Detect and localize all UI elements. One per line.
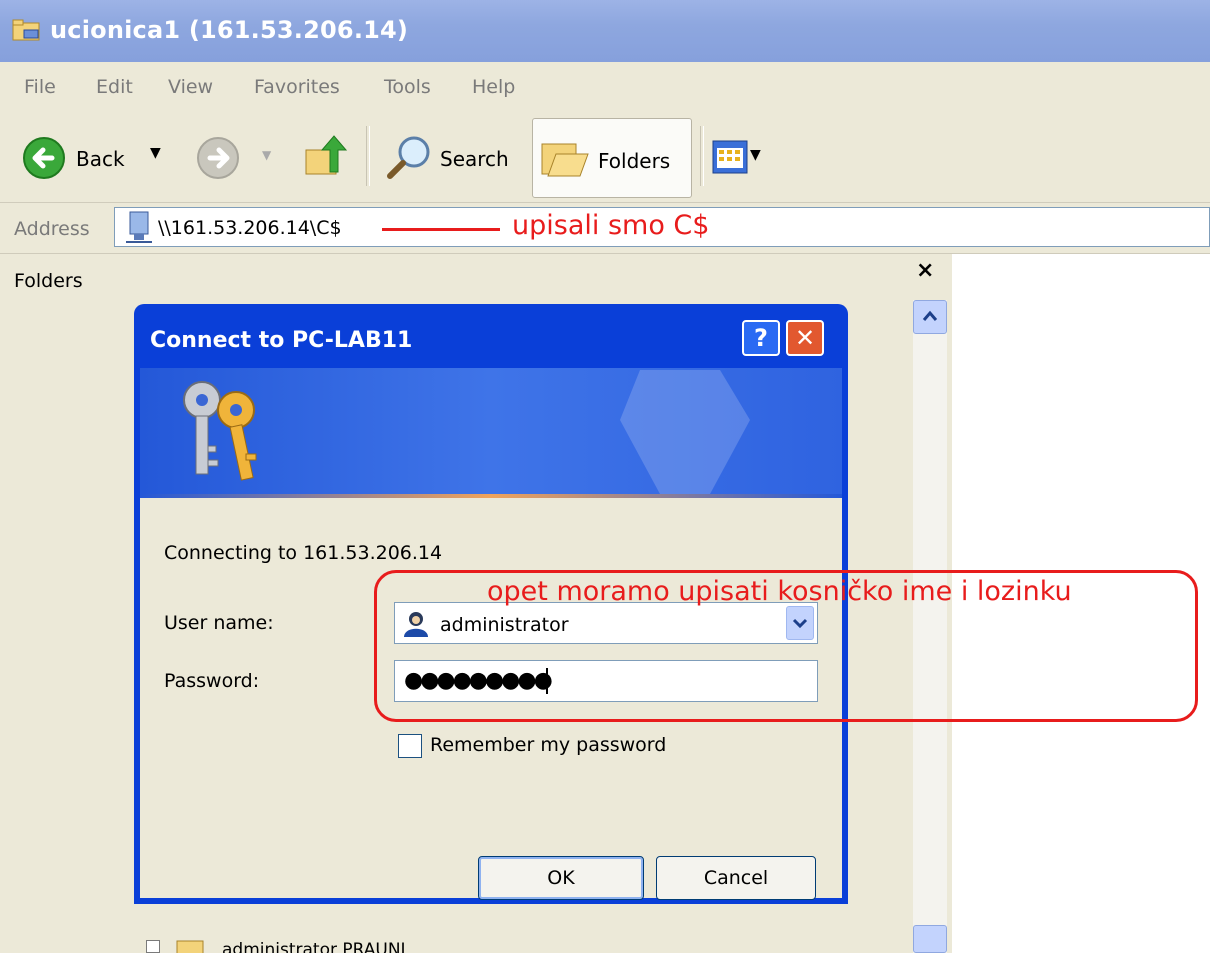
menu-file[interactable]: File	[24, 76, 56, 98]
cancel-button[interactable]: Cancel	[656, 856, 816, 900]
network-drive-icon	[126, 211, 152, 243]
views-icon[interactable]	[712, 140, 748, 174]
folders-pane-title: Folders	[14, 270, 83, 292]
forward-dropdown-icon[interactable]: ▼	[262, 148, 271, 162]
dialog-title: Connect to PC-LAB11	[150, 328, 413, 353]
menu-favorites[interactable]: Favorites	[254, 76, 340, 98]
chevron-up-icon	[922, 310, 938, 321]
remember-password-label[interactable]: Remember my password	[430, 734, 666, 756]
address-value[interactable]: \\161.53.206.14\C$	[158, 217, 342, 239]
back-button-label[interactable]: Back	[76, 147, 125, 171]
toolbar-separator	[366, 126, 370, 186]
menu-view[interactable]: View	[168, 76, 213, 98]
scroll-thumb[interactable]	[913, 925, 947, 953]
window-title: ucionica1 (161.53.206.14)	[50, 16, 409, 44]
username-label: User name:	[164, 612, 274, 634]
back-arrow-icon[interactable]	[22, 136, 66, 180]
views-dropdown-icon[interactable]: ▼	[750, 147, 761, 163]
folders-pane-close-icon[interactable]: ×	[916, 258, 934, 283]
dialog-close-button[interactable]: ✕	[786, 320, 824, 356]
keys-watermark-icon	[620, 370, 750, 494]
forward-arrow-icon[interactable]	[196, 136, 240, 180]
remember-password-checkbox[interactable]	[398, 734, 422, 758]
scroll-up-button[interactable]	[913, 300, 947, 334]
keys-icon	[183, 381, 257, 481]
tree-item-label[interactable]: administrator PRAUNI	[222, 940, 406, 953]
annotation-arrow-line	[382, 228, 500, 231]
connecting-text: Connecting to 161.53.206.14	[164, 542, 443, 564]
network-folder-icon	[12, 19, 40, 41]
menu-help[interactable]: Help	[472, 76, 515, 98]
password-label: Password:	[164, 670, 260, 692]
search-icon[interactable]	[384, 132, 434, 182]
menu-edit[interactable]: Edit	[96, 76, 133, 98]
up-folder-icon[interactable]	[300, 132, 348, 180]
address-label: Address	[14, 218, 90, 240]
tree-expand-icon[interactable]	[146, 940, 160, 953]
annotation-credentials: opet moramo upisati kosničko ime i lozin…	[487, 576, 1072, 607]
folder-icon	[176, 940, 204, 953]
folders-button-label: Folders	[598, 149, 671, 173]
back-dropdown-icon[interactable]: ▼	[150, 145, 161, 161]
annotation-address: upisali smo C$	[512, 210, 710, 241]
folders-icon	[541, 143, 589, 177]
ok-button[interactable]: OK	[478, 856, 644, 900]
menu-tools[interactable]: Tools	[384, 76, 431, 98]
toolbar-separator	[700, 126, 704, 186]
search-button-label[interactable]: Search	[440, 147, 509, 171]
dialog-help-button[interactable]: ?	[742, 320, 780, 356]
